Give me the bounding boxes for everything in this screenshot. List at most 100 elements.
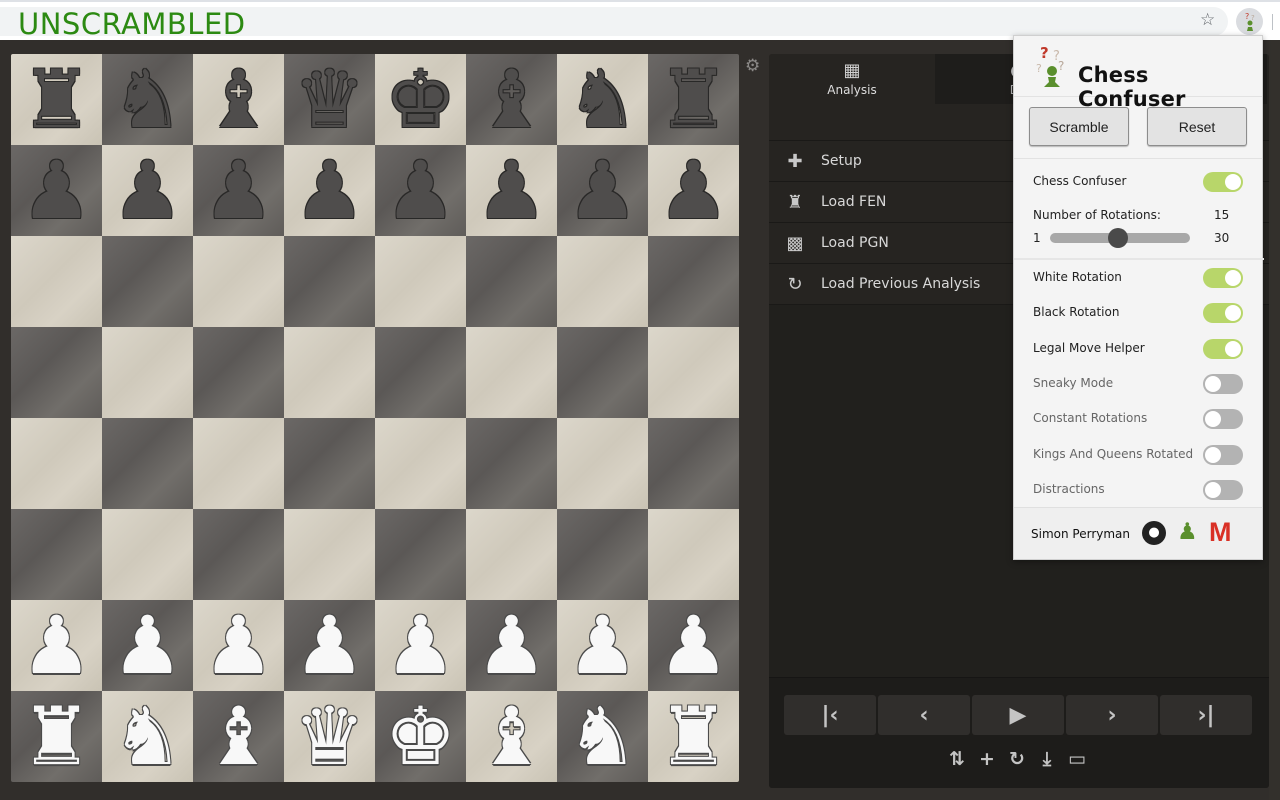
square-f6[interactable] (466, 236, 557, 327)
square-b6[interactable] (102, 236, 193, 327)
square-d6[interactable] (284, 236, 375, 327)
square-f4[interactable] (466, 418, 557, 509)
bookmark-star-icon[interactable]: ☆ (1200, 10, 1215, 30)
square-c2[interactable]: ♟ (193, 600, 284, 691)
white-pawn[interactable]: ♟ (294, 600, 366, 691)
reset-button[interactable]: Reset (1147, 107, 1247, 146)
square-d5[interactable] (284, 327, 375, 418)
square-h4[interactable] (648, 418, 739, 509)
square-d7[interactable]: ♟ (284, 145, 375, 236)
first-move-button[interactable]: |‹ (784, 695, 876, 735)
square-f5[interactable] (466, 327, 557, 418)
square-b7[interactable]: ♟ (102, 145, 193, 236)
square-b8[interactable]: ♞ (102, 54, 193, 145)
square-e6[interactable] (375, 236, 466, 327)
square-f2[interactable]: ♟ (466, 600, 557, 691)
square-h8[interactable]: ♜ (648, 54, 739, 145)
white-pawn[interactable]: ♟ (112, 600, 184, 691)
rotations-slider[interactable] (1050, 228, 1190, 248)
white-king[interactable]: ♚ (385, 691, 457, 782)
flip-board-icon[interactable]: ⇅ (947, 748, 967, 770)
square-b1[interactable]: ♞ (102, 691, 193, 782)
square-b2[interactable]: ♟ (102, 600, 193, 691)
square-g1[interactable]: ♞ (557, 691, 648, 782)
distractions-toggle[interactable] (1203, 480, 1243, 500)
slider-thumb[interactable] (1107, 228, 1128, 248)
gmail-icon[interactable]: M (1209, 517, 1232, 547)
square-a1[interactable]: ♜ (11, 691, 102, 782)
black-rotation-toggle[interactable] (1203, 303, 1243, 323)
square-c4[interactable] (193, 418, 284, 509)
square-e7[interactable]: ♟ (375, 145, 466, 236)
white-rook[interactable]: ♜ (21, 691, 93, 782)
square-c1[interactable]: ♝ (193, 691, 284, 782)
square-d3[interactable] (284, 509, 375, 600)
square-h1[interactable]: ♜ (648, 691, 739, 782)
square-g3[interactable] (557, 509, 648, 600)
square-e1[interactable]: ♚ (375, 691, 466, 782)
square-b4[interactable] (102, 418, 193, 509)
square-f3[interactable] (466, 509, 557, 600)
square-e2[interactable]: ♟ (375, 600, 466, 691)
square-c6[interactable] (193, 236, 284, 327)
last-move-button[interactable]: ›| (1160, 695, 1252, 735)
constant-rotations-toggle[interactable] (1203, 409, 1243, 429)
square-a4[interactable] (11, 418, 102, 509)
kings-and-queens-rotated-toggle[interactable] (1203, 445, 1243, 465)
black-pawn[interactable]: ♟ (203, 145, 275, 236)
square-e8[interactable]: ♚ (375, 54, 466, 145)
black-king[interactable]: ♚ (385, 54, 457, 145)
page-scrollbar[interactable] (1269, 40, 1280, 800)
black-knight[interactable]: ♞ (112, 54, 184, 145)
black-queen[interactable]: ♛ (294, 54, 366, 145)
previous-move-button[interactable]: ‹ (878, 695, 970, 735)
square-c8[interactable]: ♝ (193, 54, 284, 145)
white-pawn[interactable]: ♟ (476, 600, 548, 691)
white-bishop[interactable]: ♝ (476, 691, 548, 782)
square-f7[interactable]: ♟ (466, 145, 557, 236)
black-knight[interactable]: ♞ (567, 54, 639, 145)
board-settings-gear-icon[interactable]: ⚙ (745, 57, 760, 75)
white-pawn[interactable]: ♟ (21, 600, 93, 691)
square-c7[interactable]: ♟ (193, 145, 284, 236)
white-pawn[interactable]: ♟ (203, 600, 275, 691)
square-g5[interactable] (557, 327, 648, 418)
square-g4[interactable] (557, 418, 648, 509)
white-pawn[interactable]: ♟ (658, 600, 730, 691)
play-button[interactable]: ▶ (972, 695, 1064, 735)
black-pawn[interactable]: ♟ (476, 145, 548, 236)
square-d8[interactable]: ♛ (284, 54, 375, 145)
white-rotation-toggle[interactable] (1203, 268, 1243, 288)
square-g7[interactable]: ♟ (557, 145, 648, 236)
square-h6[interactable] (648, 236, 739, 327)
square-f1[interactable]: ♝ (466, 691, 557, 782)
square-d1[interactable]: ♛ (284, 691, 375, 782)
square-c3[interactable] (193, 509, 284, 600)
square-h2[interactable]: ♟ (648, 600, 739, 691)
github-icon[interactable]: ● (1142, 521, 1166, 545)
white-pawn[interactable]: ♟ (567, 600, 639, 691)
chess-confuser-extension-button[interactable]: ? ? (1236, 8, 1263, 35)
square-a3[interactable] (11, 509, 102, 600)
black-pawn[interactable]: ♟ (294, 145, 366, 236)
black-bishop[interactable]: ♝ (476, 54, 548, 145)
white-rook[interactable]: ♜ (658, 691, 730, 782)
sneaky-mode-toggle[interactable] (1203, 374, 1243, 394)
black-pawn[interactable]: ♟ (385, 145, 457, 236)
square-g2[interactable]: ♟ (557, 600, 648, 691)
square-h5[interactable] (648, 327, 739, 418)
square-d4[interactable] (284, 418, 375, 509)
square-c5[interactable] (193, 327, 284, 418)
square-b5[interactable] (102, 327, 193, 418)
black-rook[interactable]: ♜ (21, 54, 93, 145)
next-move-button[interactable]: › (1066, 695, 1158, 735)
black-bishop[interactable]: ♝ (203, 54, 275, 145)
square-a6[interactable] (11, 236, 102, 327)
square-g6[interactable] (557, 236, 648, 327)
white-knight[interactable]: ♞ (567, 691, 639, 782)
add-icon[interactable]: + (977, 748, 997, 770)
chess-board[interactable]: ♜ ♞ ♝ ♛ ♚ ♝ ♞ ♜ ♟ ♟ ♟ ♟ ♟ ♟ ♟ ♟ ♟ ♟ ♟ ♟ ♟ ♟ ♟ ♟ ♜ ♞ ♝ ♛ ♚ ♝ ♞ ♜ (11, 54, 739, 782)
square-e4[interactable] (375, 418, 466, 509)
download-icon[interactable]: ⤓ (1037, 748, 1057, 770)
legal-move-helper-toggle[interactable] (1203, 339, 1243, 359)
